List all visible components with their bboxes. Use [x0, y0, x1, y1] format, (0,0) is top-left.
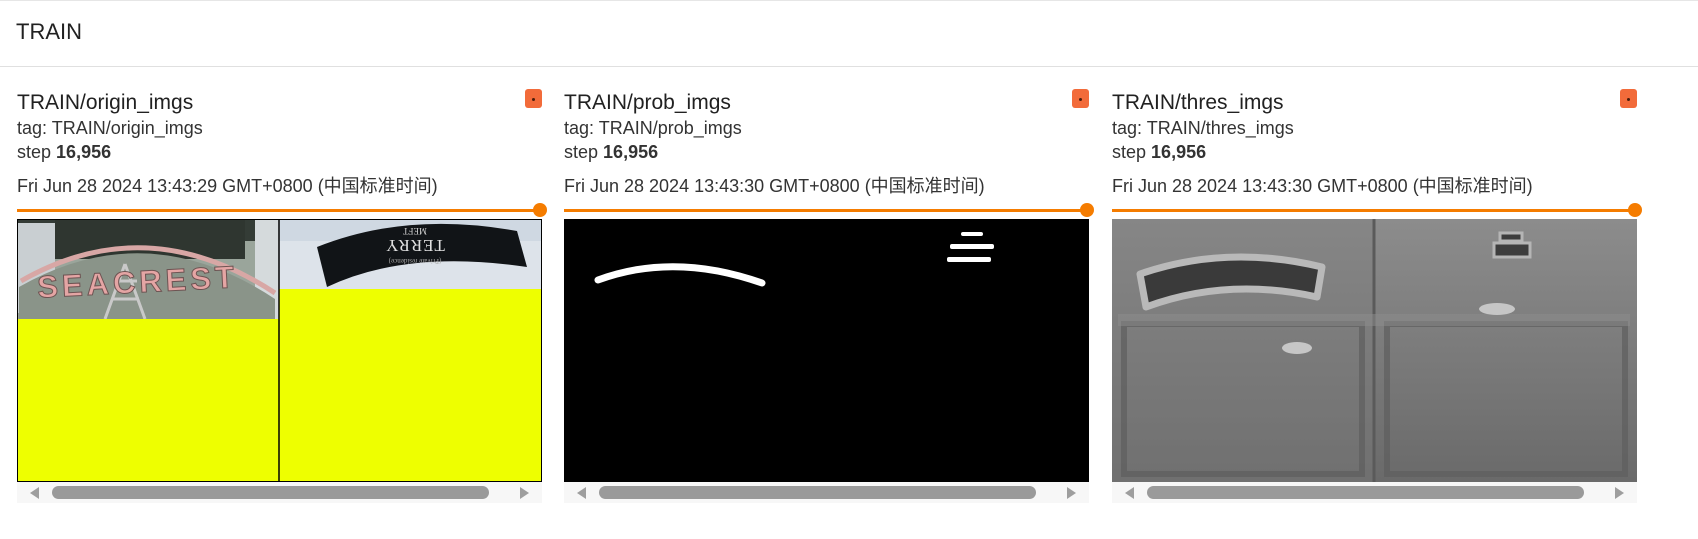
- slider-track[interactable]: [564, 209, 1086, 212]
- slider-track[interactable]: [1112, 209, 1634, 212]
- image-card-origin: TRAIN/origin_imgs tag: TRAIN/origin_imgs…: [17, 88, 547, 508]
- origin-right-sign-top: MEFT: [403, 226, 428, 236]
- pin-icon[interactable]: [525, 89, 542, 108]
- origin-image-svg: SEACREST MEFT TERRY (Private residence): [17, 219, 542, 482]
- step-value: 16,956: [1151, 142, 1207, 162]
- slider-handle[interactable]: [1080, 203, 1094, 217]
- card-step: step 16,956: [1112, 142, 1206, 163]
- slider-handle[interactable]: [533, 203, 547, 217]
- card-title: TRAIN/thres_imgs: [1112, 91, 1284, 114]
- step-label: step: [17, 142, 52, 162]
- image-origin: SEACREST MEFT TERRY (Private residence): [17, 219, 542, 482]
- scroll-left-arrow-icon[interactable]: [577, 487, 586, 499]
- scroll-thumb[interactable]: [52, 486, 489, 499]
- card-step: step 16,956: [564, 142, 658, 163]
- scroll-right-arrow-icon[interactable]: [1615, 487, 1624, 499]
- origin-right-sign-sub: (Private residence): [388, 257, 441, 265]
- step-label: step: [564, 142, 599, 162]
- step-slider[interactable]: [17, 203, 547, 219]
- card-title: TRAIN/prob_imgs: [564, 91, 731, 114]
- pin-icon[interactable]: [1072, 89, 1089, 108]
- step-slider[interactable]: [564, 203, 1094, 219]
- section-title: TRAIN: [16, 19, 82, 44]
- pin-icon[interactable]: [1620, 89, 1637, 108]
- slider-handle[interactable]: [1628, 203, 1642, 217]
- card-timestamp: Fri Jun 28 2024 13:43:30 GMT+0800 (中国标准时…: [1112, 176, 1533, 196]
- image-card-thres: TRAIN/thres_imgs tag: TRAIN/thres_imgs s…: [1112, 88, 1642, 508]
- origin-right-sign-main: TERRY: [385, 236, 445, 255]
- scroll-right-arrow-icon[interactable]: [1067, 487, 1076, 499]
- card-timestamp: Fri Jun 28 2024 13:43:30 GMT+0800 (中国标准时…: [564, 176, 985, 196]
- step-value: 16,956: [603, 142, 659, 162]
- step-slider[interactable]: [1112, 203, 1642, 219]
- card-tag: tag: TRAIN/thres_imgs: [1112, 118, 1294, 138]
- slider-track[interactable]: [17, 209, 539, 212]
- card-title: TRAIN/origin_imgs: [17, 91, 194, 114]
- thres-image-svg: [1112, 219, 1637, 482]
- scroll-thumb[interactable]: [599, 486, 1036, 499]
- scroll-thumb[interactable]: [1147, 486, 1584, 499]
- horizontal-scrollbar[interactable]: [564, 482, 1089, 503]
- image-card-prob: TRAIN/prob_imgs tag: TRAIN/prob_imgs ste…: [564, 88, 1094, 508]
- image-prob: [564, 219, 1089, 482]
- scroll-left-arrow-icon[interactable]: [1125, 487, 1134, 499]
- card-tag: tag: TRAIN/origin_imgs: [17, 118, 203, 138]
- section-header: TRAIN: [0, 0, 1698, 67]
- horizontal-scrollbar[interactable]: [17, 482, 542, 503]
- scroll-left-arrow-icon[interactable]: [30, 487, 39, 499]
- prob-image-svg: [564, 219, 1089, 482]
- step-value: 16,956: [56, 142, 112, 162]
- image-thres: [1112, 219, 1637, 482]
- scroll-right-arrow-icon[interactable]: [520, 487, 529, 499]
- step-label: step: [1112, 142, 1147, 162]
- horizontal-scrollbar[interactable]: [1112, 482, 1637, 503]
- card-timestamp: Fri Jun 28 2024 13:43:29 GMT+0800 (中国标准时…: [17, 176, 438, 196]
- card-tag: tag: TRAIN/prob_imgs: [564, 118, 742, 138]
- card-step: step 16,956: [17, 142, 111, 163]
